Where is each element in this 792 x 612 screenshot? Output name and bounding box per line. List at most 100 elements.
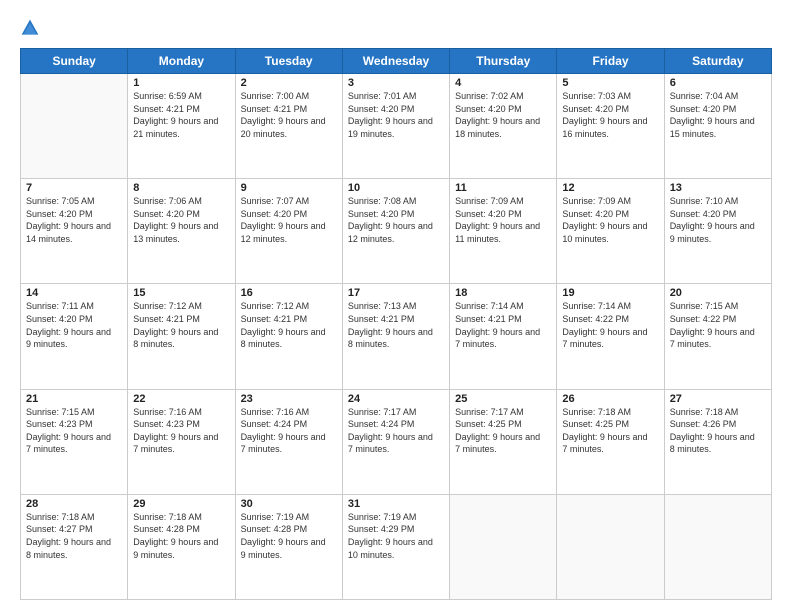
calendar-cell: 29Sunrise: 7:18 AMSunset: 4:28 PMDayligh… — [128, 494, 235, 599]
calendar-cell: 31Sunrise: 7:19 AMSunset: 4:29 PMDayligh… — [342, 494, 449, 599]
day-info: Sunrise: 7:17 AMSunset: 4:25 PMDaylight:… — [455, 406, 551, 456]
day-info: Sunrise: 7:18 AMSunset: 4:26 PMDaylight:… — [670, 406, 766, 456]
day-info: Sunrise: 7:04 AMSunset: 4:20 PMDaylight:… — [670, 90, 766, 140]
day-info: Sunrise: 7:19 AMSunset: 4:29 PMDaylight:… — [348, 511, 444, 561]
calendar-cell: 10Sunrise: 7:08 AMSunset: 4:20 PMDayligh… — [342, 179, 449, 284]
calendar-cell: 4Sunrise: 7:02 AMSunset: 4:20 PMDaylight… — [450, 74, 557, 179]
day-number: 22 — [133, 393, 229, 405]
logo — [20, 16, 44, 38]
day-info: Sunrise: 7:09 AMSunset: 4:20 PMDaylight:… — [562, 195, 658, 245]
day-info: Sunrise: 7:17 AMSunset: 4:24 PMDaylight:… — [348, 406, 444, 456]
day-number: 17 — [348, 287, 444, 299]
day-number: 30 — [241, 498, 337, 510]
calendar-cell: 20Sunrise: 7:15 AMSunset: 4:22 PMDayligh… — [664, 284, 771, 389]
calendar-cell: 9Sunrise: 7:07 AMSunset: 4:20 PMDaylight… — [235, 179, 342, 284]
weekday-header: Thursday — [450, 49, 557, 74]
weekday-header: Wednesday — [342, 49, 449, 74]
day-info: Sunrise: 7:05 AMSunset: 4:20 PMDaylight:… — [26, 195, 122, 245]
calendar-cell: 2Sunrise: 7:00 AMSunset: 4:21 PMDaylight… — [235, 74, 342, 179]
day-info: Sunrise: 7:15 AMSunset: 4:22 PMDaylight:… — [670, 300, 766, 350]
calendar-cell: 30Sunrise: 7:19 AMSunset: 4:28 PMDayligh… — [235, 494, 342, 599]
day-number: 27 — [670, 393, 766, 405]
day-number: 6 — [670, 77, 766, 89]
day-number: 7 — [26, 182, 122, 194]
weekday-header-row: SundayMondayTuesdayWednesdayThursdayFrid… — [21, 49, 772, 74]
day-info: Sunrise: 7:16 AMSunset: 4:24 PMDaylight:… — [241, 406, 337, 456]
day-info: Sunrise: 7:12 AMSunset: 4:21 PMDaylight:… — [241, 300, 337, 350]
day-number: 1 — [133, 77, 229, 89]
day-number: 8 — [133, 182, 229, 194]
day-info: Sunrise: 7:11 AMSunset: 4:20 PMDaylight:… — [26, 300, 122, 350]
calendar-week-row: 7Sunrise: 7:05 AMSunset: 4:20 PMDaylight… — [21, 179, 772, 284]
calendar-cell: 21Sunrise: 7:15 AMSunset: 4:23 PMDayligh… — [21, 389, 128, 494]
day-info: Sunrise: 7:08 AMSunset: 4:20 PMDaylight:… — [348, 195, 444, 245]
day-info: Sunrise: 7:10 AMSunset: 4:20 PMDaylight:… — [670, 195, 766, 245]
calendar-cell: 25Sunrise: 7:17 AMSunset: 4:25 PMDayligh… — [450, 389, 557, 494]
calendar-cell: 1Sunrise: 6:59 AMSunset: 4:21 PMDaylight… — [128, 74, 235, 179]
day-info: Sunrise: 6:59 AMSunset: 4:21 PMDaylight:… — [133, 90, 229, 140]
calendar-cell: 18Sunrise: 7:14 AMSunset: 4:21 PMDayligh… — [450, 284, 557, 389]
calendar-cell: 14Sunrise: 7:11 AMSunset: 4:20 PMDayligh… — [21, 284, 128, 389]
day-info: Sunrise: 7:18 AMSunset: 4:25 PMDaylight:… — [562, 406, 658, 456]
weekday-header: Saturday — [664, 49, 771, 74]
day-info: Sunrise: 7:18 AMSunset: 4:27 PMDaylight:… — [26, 511, 122, 561]
calendar-cell: 24Sunrise: 7:17 AMSunset: 4:24 PMDayligh… — [342, 389, 449, 494]
weekday-header: Sunday — [21, 49, 128, 74]
day-number: 10 — [348, 182, 444, 194]
calendar-cell — [21, 74, 128, 179]
weekday-header: Tuesday — [235, 49, 342, 74]
calendar-cell: 13Sunrise: 7:10 AMSunset: 4:20 PMDayligh… — [664, 179, 771, 284]
calendar-cell: 16Sunrise: 7:12 AMSunset: 4:21 PMDayligh… — [235, 284, 342, 389]
day-number: 4 — [455, 77, 551, 89]
day-number: 21 — [26, 393, 122, 405]
calendar-cell: 27Sunrise: 7:18 AMSunset: 4:26 PMDayligh… — [664, 389, 771, 494]
weekday-header: Monday — [128, 49, 235, 74]
day-info: Sunrise: 7:07 AMSunset: 4:20 PMDaylight:… — [241, 195, 337, 245]
calendar-cell: 7Sunrise: 7:05 AMSunset: 4:20 PMDaylight… — [21, 179, 128, 284]
day-info: Sunrise: 7:09 AMSunset: 4:20 PMDaylight:… — [455, 195, 551, 245]
day-info: Sunrise: 7:18 AMSunset: 4:28 PMDaylight:… — [133, 511, 229, 561]
day-number: 5 — [562, 77, 658, 89]
calendar-cell: 19Sunrise: 7:14 AMSunset: 4:22 PMDayligh… — [557, 284, 664, 389]
logo-icon — [20, 18, 40, 38]
weekday-header: Friday — [557, 49, 664, 74]
header — [20, 16, 772, 38]
day-info: Sunrise: 7:01 AMSunset: 4:20 PMDaylight:… — [348, 90, 444, 140]
day-info: Sunrise: 7:16 AMSunset: 4:23 PMDaylight:… — [133, 406, 229, 456]
day-number: 24 — [348, 393, 444, 405]
calendar-cell: 3Sunrise: 7:01 AMSunset: 4:20 PMDaylight… — [342, 74, 449, 179]
calendar-week-row: 28Sunrise: 7:18 AMSunset: 4:27 PMDayligh… — [21, 494, 772, 599]
day-info: Sunrise: 7:13 AMSunset: 4:21 PMDaylight:… — [348, 300, 444, 350]
day-number: 16 — [241, 287, 337, 299]
day-number: 9 — [241, 182, 337, 194]
day-number: 3 — [348, 77, 444, 89]
day-number: 12 — [562, 182, 658, 194]
day-number: 2 — [241, 77, 337, 89]
day-number: 28 — [26, 498, 122, 510]
day-info: Sunrise: 7:14 AMSunset: 4:22 PMDaylight:… — [562, 300, 658, 350]
day-info: Sunrise: 7:02 AMSunset: 4:20 PMDaylight:… — [455, 90, 551, 140]
calendar-cell: 28Sunrise: 7:18 AMSunset: 4:27 PMDayligh… — [21, 494, 128, 599]
page: SundayMondayTuesdayWednesdayThursdayFrid… — [0, 0, 792, 612]
calendar-cell: 11Sunrise: 7:09 AMSunset: 4:20 PMDayligh… — [450, 179, 557, 284]
calendar-cell — [664, 494, 771, 599]
day-number: 15 — [133, 287, 229, 299]
day-number: 13 — [670, 182, 766, 194]
day-info: Sunrise: 7:19 AMSunset: 4:28 PMDaylight:… — [241, 511, 337, 561]
calendar-week-row: 21Sunrise: 7:15 AMSunset: 4:23 PMDayligh… — [21, 389, 772, 494]
calendar-cell — [450, 494, 557, 599]
calendar-cell: 26Sunrise: 7:18 AMSunset: 4:25 PMDayligh… — [557, 389, 664, 494]
calendar-table: SundayMondayTuesdayWednesdayThursdayFrid… — [20, 48, 772, 600]
day-number: 31 — [348, 498, 444, 510]
calendar-cell: 17Sunrise: 7:13 AMSunset: 4:21 PMDayligh… — [342, 284, 449, 389]
calendar-cell: 12Sunrise: 7:09 AMSunset: 4:20 PMDayligh… — [557, 179, 664, 284]
day-number: 14 — [26, 287, 122, 299]
day-number: 23 — [241, 393, 337, 405]
day-info: Sunrise: 7:03 AMSunset: 4:20 PMDaylight:… — [562, 90, 658, 140]
day-info: Sunrise: 7:14 AMSunset: 4:21 PMDaylight:… — [455, 300, 551, 350]
calendar-cell — [557, 494, 664, 599]
day-info: Sunrise: 7:12 AMSunset: 4:21 PMDaylight:… — [133, 300, 229, 350]
calendar-cell: 15Sunrise: 7:12 AMSunset: 4:21 PMDayligh… — [128, 284, 235, 389]
day-number: 19 — [562, 287, 658, 299]
calendar-cell: 22Sunrise: 7:16 AMSunset: 4:23 PMDayligh… — [128, 389, 235, 494]
